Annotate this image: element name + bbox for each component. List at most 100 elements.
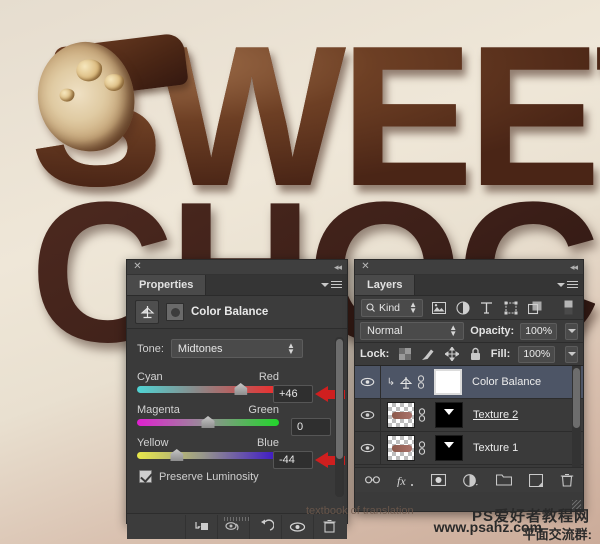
slider-magenta-green-handle[interactable] bbox=[202, 416, 215, 428]
collapse-icon[interactable]: ◂◂ bbox=[570, 262, 577, 273]
fill-stepper[interactable] bbox=[565, 346, 578, 363]
preserve-luminosity-label: Preserve Luminosity bbox=[159, 471, 259, 483]
adjustment-layer-filter-icon[interactable] bbox=[454, 299, 471, 316]
nut-piece bbox=[75, 58, 104, 83]
eye-icon[interactable] bbox=[355, 366, 381, 398]
link-icon[interactable] bbox=[414, 375, 428, 389]
collapse-icon[interactable]: ◂◂ bbox=[334, 262, 341, 273]
slider-yellow-blue-track[interactable] bbox=[137, 452, 279, 459]
lock-position-icon[interactable] bbox=[444, 346, 459, 363]
fill-label: Fill: bbox=[491, 348, 511, 360]
filter-toggle-icon[interactable] bbox=[560, 299, 577, 316]
preserve-luminosity-checkbox[interactable] bbox=[139, 470, 152, 483]
chevron-down-icon bbox=[568, 352, 576, 356]
mask-thumbnail-icon[interactable] bbox=[166, 303, 184, 321]
new-group-icon[interactable] bbox=[496, 474, 512, 486]
slider-cyan-red[interactable]: Cyan Red +46 bbox=[137, 371, 337, 393]
smart-object-filter-icon[interactable] bbox=[526, 299, 543, 316]
properties-scrollbar[interactable] bbox=[335, 337, 344, 497]
close-icon[interactable]: ✕ bbox=[133, 262, 142, 271]
slider-yellow-blue-labels: Yellow Blue bbox=[137, 437, 279, 449]
slider-yellow-blue-left-label: Yellow bbox=[137, 437, 168, 449]
layer-thumbnail[interactable] bbox=[387, 402, 415, 428]
panel-menu-icon[interactable] bbox=[321, 279, 342, 290]
blend-mode-value: Normal bbox=[367, 325, 402, 337]
hamburger-icon bbox=[567, 279, 578, 290]
table-row[interactable]: Texture 2 bbox=[355, 399, 583, 432]
lock-image-pixels-icon[interactable] bbox=[421, 346, 436, 363]
slider-yellow-blue-handle[interactable] bbox=[170, 449, 183, 461]
lock-all-icon[interactable] bbox=[467, 346, 482, 363]
slider-magenta-green-value[interactable]: 0 bbox=[291, 418, 331, 436]
preserve-luminosity-row[interactable]: Preserve Luminosity bbox=[137, 470, 337, 483]
link-icon[interactable] bbox=[415, 408, 429, 422]
lock-label: Lock: bbox=[360, 348, 389, 360]
tab-properties-label: Properties bbox=[139, 279, 193, 291]
tab-layers[interactable]: Layers bbox=[355, 275, 415, 295]
filter-kind-label: Kind bbox=[379, 302, 400, 314]
table-row[interactable]: Texture 1 bbox=[355, 432, 583, 465]
slider-magenta-green[interactable]: Magenta Green 0 bbox=[137, 404, 337, 426]
slider-magenta-green-labels: Magenta Green bbox=[137, 404, 279, 416]
screenshot-root: CHOC SWEET ✕ ◂◂ Properties bbox=[0, 0, 600, 544]
reset-adjustment-icon[interactable] bbox=[249, 515, 281, 539]
panel-menu-icon[interactable] bbox=[557, 279, 578, 290]
tab-properties[interactable]: Properties bbox=[127, 275, 206, 295]
fill-value[interactable]: 100% bbox=[518, 346, 555, 363]
slider-yellow-blue[interactable]: Yellow Blue -44 bbox=[137, 437, 337, 459]
layer-name: Texture 2 bbox=[473, 409, 518, 421]
chevron-down-icon bbox=[321, 283, 329, 287]
properties-panel[interactable]: ✕ ◂◂ Properties Color Ba bbox=[126, 259, 348, 524]
new-adjustment-layer-icon[interactable] bbox=[463, 474, 479, 487]
table-row[interactable]: ↳ Color Balance bbox=[355, 366, 583, 399]
lock-transparent-pixels-icon[interactable] bbox=[397, 346, 412, 363]
properties-tabstrip: Properties bbox=[127, 275, 347, 296]
eye-icon[interactable] bbox=[355, 399, 381, 431]
adjustment-title: Color Balance bbox=[191, 306, 268, 318]
nut-piece bbox=[103, 73, 125, 93]
slider-cyan-red-left-label: Cyan bbox=[137, 371, 163, 383]
filter-kind-select[interactable]: Kind ▲▼ bbox=[361, 299, 423, 317]
properties-body: Tone: Midtones ▲▼ Cyan Red +46 bbox=[127, 329, 347, 513]
tone-select[interactable]: Midtones ▲▼ bbox=[171, 339, 303, 358]
slider-magenta-green-track[interactable] bbox=[137, 419, 279, 426]
delete-layer-icon[interactable] bbox=[560, 473, 574, 487]
adjustment-header: Color Balance bbox=[127, 296, 347, 329]
resize-grip[interactable] bbox=[224, 517, 250, 521]
layers-panel[interactable]: ✕ ◂◂ Layers Kind ▲▼ bbox=[354, 259, 584, 512]
close-icon[interactable]: ✕ bbox=[361, 262, 370, 271]
layers-titlebar: ✕ ◂◂ bbox=[355, 260, 583, 275]
color-balance-icon bbox=[135, 300, 159, 324]
toggle-visibility-icon[interactable] bbox=[281, 515, 313, 539]
blend-mode-select[interactable]: Normal ▲▼ bbox=[360, 322, 464, 340]
clip-to-layer-icon[interactable] bbox=[185, 515, 217, 539]
layer-style-fx-icon[interactable]: fx bbox=[397, 474, 414, 487]
layer-thumbnail[interactable] bbox=[387, 435, 415, 461]
layer-mask-thumbnail[interactable] bbox=[435, 435, 463, 461]
opacity-stepper[interactable] bbox=[565, 323, 578, 340]
type-layer-filter-icon[interactable] bbox=[478, 299, 495, 316]
slider-cyan-red-track[interactable] bbox=[137, 386, 279, 393]
layer-list: ↳ Color Balance Texture 2 bbox=[355, 366, 583, 467]
nut-piece bbox=[59, 88, 76, 103]
slider-cyan-red-handle[interactable] bbox=[234, 383, 247, 395]
clipping-mask-icon: ↳ bbox=[385, 377, 397, 388]
slider-yellow-blue-value[interactable]: -44 bbox=[273, 451, 313, 469]
new-layer-icon[interactable] bbox=[529, 474, 543, 487]
layer-mask-thumbnail[interactable] bbox=[435, 402, 463, 428]
pixel-layer-filter-icon[interactable] bbox=[430, 299, 447, 316]
link-icon[interactable] bbox=[415, 441, 429, 455]
color-balance-icon bbox=[397, 374, 414, 391]
layers-scrollbar[interactable] bbox=[572, 366, 581, 467]
shape-layer-filter-icon[interactable] bbox=[502, 299, 519, 316]
stepper-arrows-icon: ▲▼ bbox=[287, 343, 295, 355]
layer-mask-thumbnail[interactable] bbox=[434, 369, 462, 395]
slider-cyan-red-right-label: Red bbox=[259, 371, 279, 383]
opacity-value[interactable]: 100% bbox=[520, 323, 557, 340]
eye-icon[interactable] bbox=[355, 432, 381, 464]
add-layer-mask-icon[interactable] bbox=[431, 474, 446, 486]
lock-bar: Lock: Fill: 100% bbox=[355, 343, 583, 366]
link-layers-icon[interactable] bbox=[365, 475, 380, 485]
delete-adjustment-icon[interactable] bbox=[313, 515, 345, 539]
slider-cyan-red-value[interactable]: +46 bbox=[273, 385, 313, 403]
